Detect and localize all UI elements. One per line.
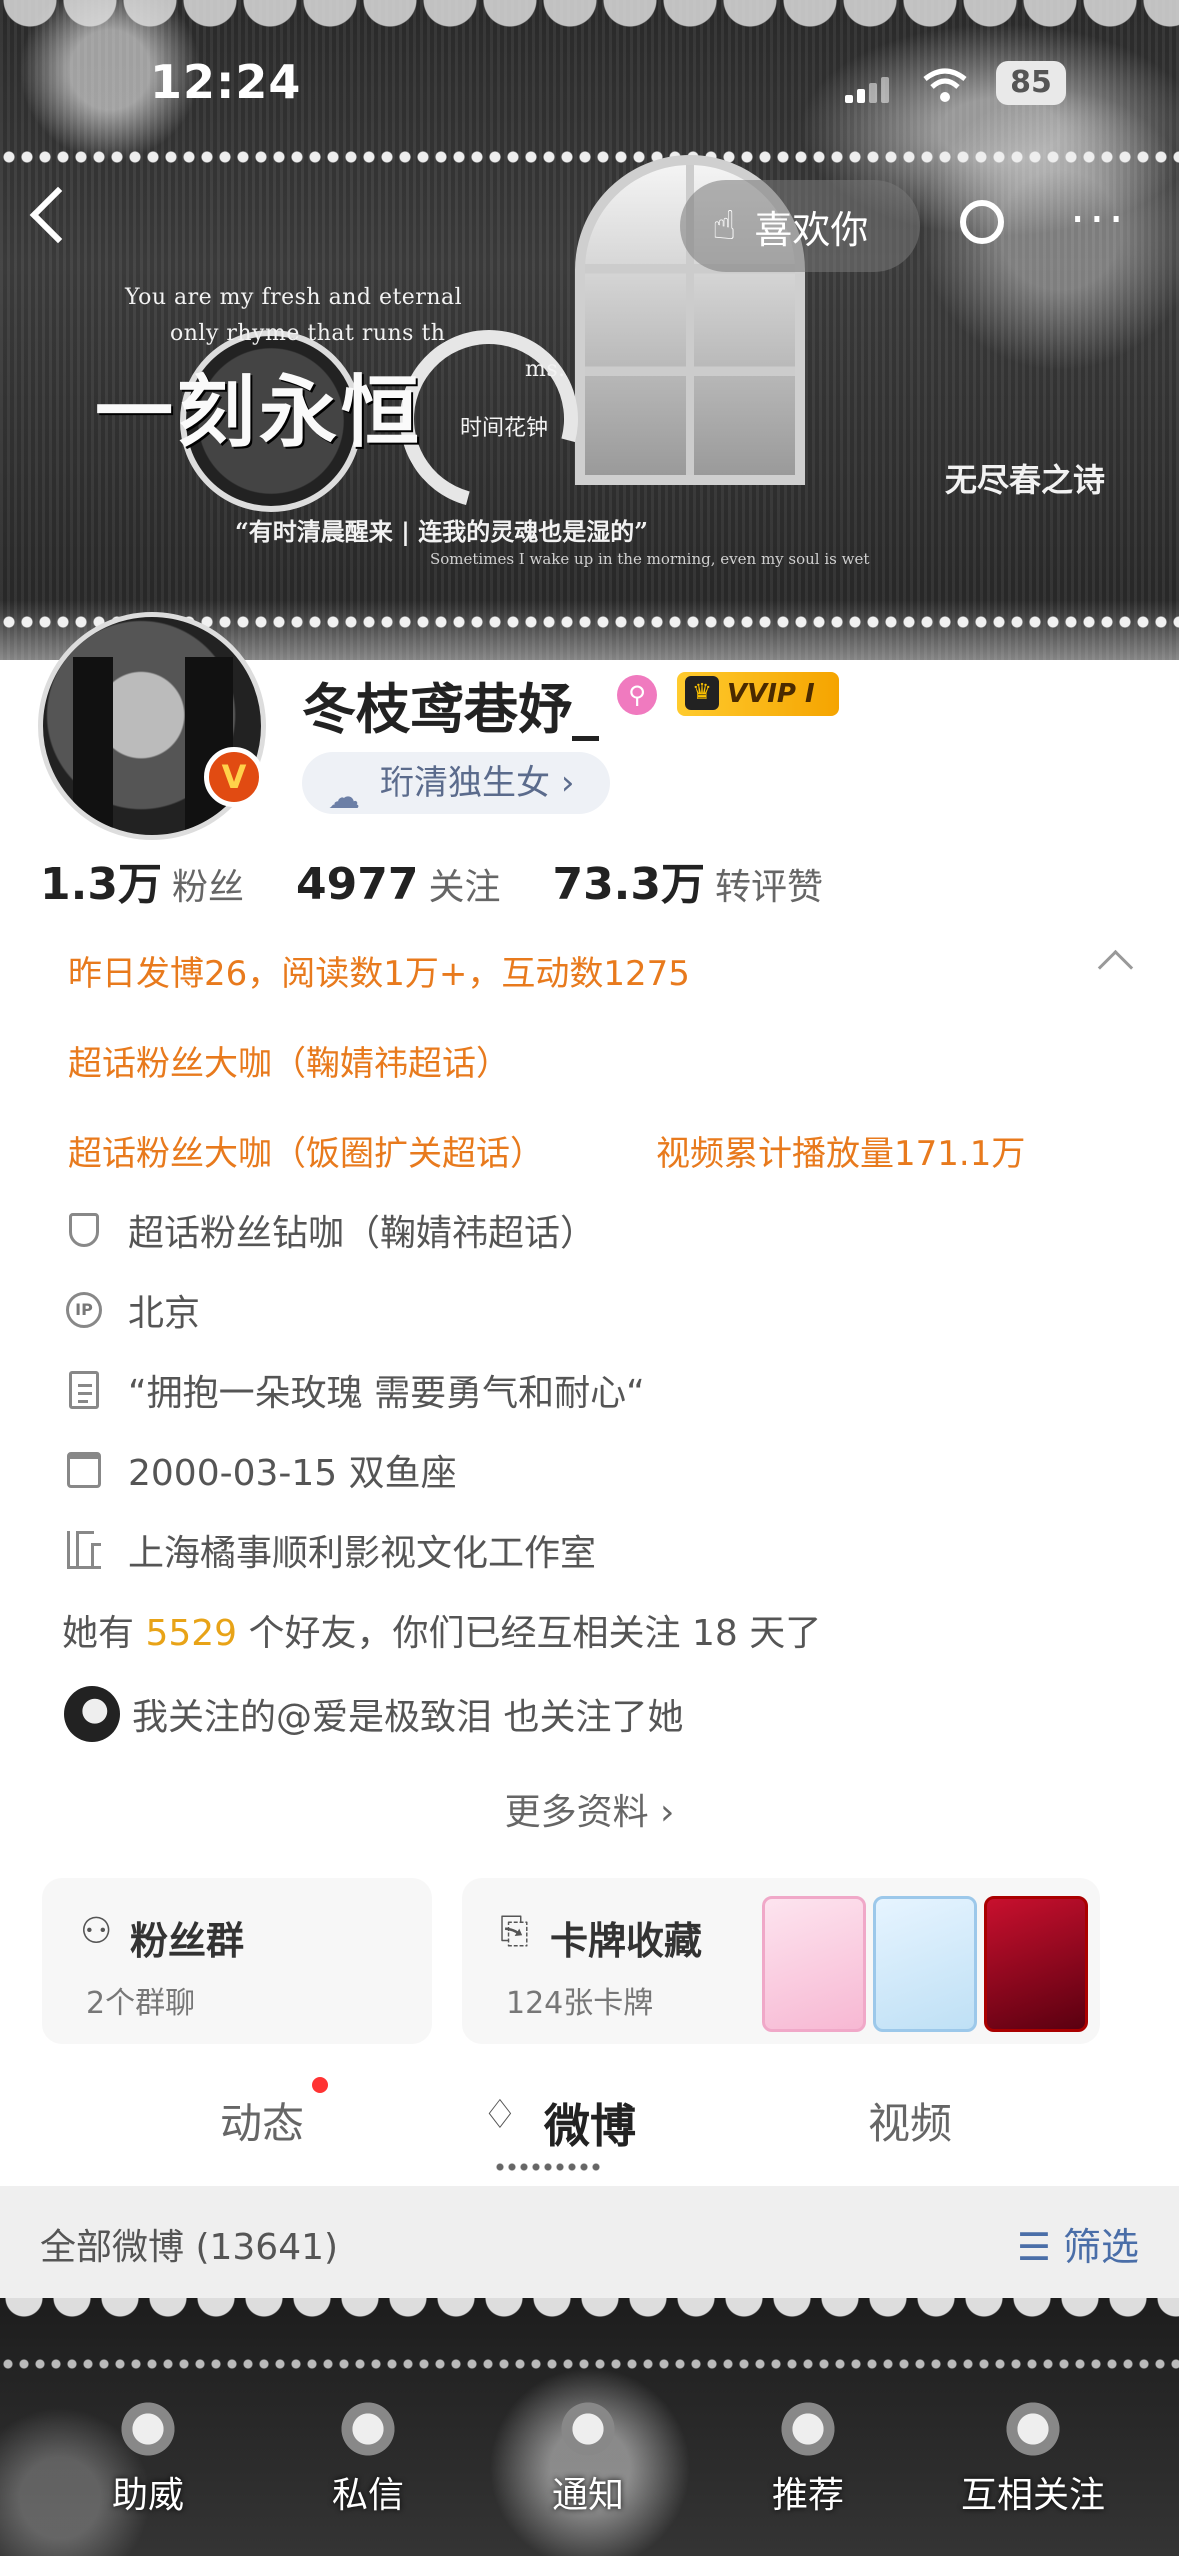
bottom-tab-bar: 助威 私信 通知 推荐 互相关注 xyxy=(0,2298,1179,2556)
like-label: 喜欢你 xyxy=(754,207,869,252)
bottom-tab-mutual[interactable]: 互相关注 xyxy=(948,2398,1118,2518)
company-text: 上海橘事顺利影视文化工作室 xyxy=(128,1533,597,1574)
bottom-tab-notify[interactable]: 通知 xyxy=(508,2398,668,2518)
status-bar: 12:24 85 xyxy=(0,55,1179,115)
banner-quote: “有时清晨醒来 | 连我的灵魂也是湿的” xyxy=(235,517,649,546)
followers-count[interactable]: 1.3万 xyxy=(40,859,162,910)
bottom-tab-message[interactable]: 私信 xyxy=(288,2398,448,2518)
banner-title: 一刻永恒 xyxy=(95,367,424,458)
notification-dot xyxy=(312,2077,328,2093)
bio-row: “拥抱一朵玫瑰 需要勇气和耐心“ xyxy=(62,1360,645,1420)
signal-icon xyxy=(845,77,893,107)
chain-decoration xyxy=(0,2358,1179,2370)
card-thumbnail[interactable] xyxy=(984,1896,1088,2032)
super-topic-badge[interactable]: 超话粉丝大咖（饭圈扩关超话） xyxy=(68,1126,544,1175)
tab-underline-decoration xyxy=(494,2162,604,2172)
document-icon xyxy=(62,1368,106,1412)
filter-icon: ☰ xyxy=(1016,2225,1051,2269)
like-button[interactable]: ☝ 喜欢你 xyxy=(680,180,920,272)
stats-row: 1.3万 粉丝 4977 关注 73.3万 转评赞 xyxy=(40,848,875,912)
following-label[interactable]: 关注 xyxy=(428,867,500,908)
ip-location: 北京 xyxy=(128,1293,201,1334)
card-collection-subtitle: 124张卡牌 xyxy=(506,1986,654,2021)
birthday-text: 2000-03-15 双鱼座 xyxy=(128,1453,457,1494)
all-posts-label[interactable]: 全部微博 (13641) xyxy=(40,2218,338,2270)
recommend-icon xyxy=(777,2398,839,2460)
wifi-icon xyxy=(923,68,967,102)
banner-subtitle: 时间花钟 xyxy=(460,416,549,441)
pearl-string xyxy=(0,150,1179,164)
message-icon xyxy=(337,2398,399,2460)
title-pill[interactable]: ☁ 珩清独生女 › xyxy=(302,752,611,816)
more-info-link[interactable]: 更多资料 › xyxy=(0,1783,1179,1835)
following-count[interactable]: 4977 xyxy=(296,859,418,910)
cheer-icon xyxy=(117,2398,179,2460)
mutual-text: 我关注的@爱是极致泪 也关注了她 xyxy=(132,1697,684,1738)
card-collection-title: 卡牌收藏 xyxy=(550,1919,703,1963)
super-topic-badge[interactable]: 超话粉丝大咖（鞠婧祎超话） xyxy=(68,1036,510,1085)
video-play-count: 视频累计播放量171.1万 xyxy=(656,1134,1026,1174)
shield-icon xyxy=(62,1208,106,1252)
filter-bar: 全部微博 (13641) ☰ 筛选 xyxy=(0,2186,1179,2298)
chevron-right-icon: › xyxy=(660,1792,675,1833)
vip-label: VVIP Ⅰ xyxy=(727,679,815,709)
tab-posts-feed[interactable]: 动态 xyxy=(220,2090,304,2151)
bio-text: “拥抱一朵玫瑰 需要勇气和耐心“ xyxy=(128,1373,645,1414)
bottom-tab-recommend[interactable]: 推荐 xyxy=(728,2398,888,2518)
search-icon[interactable] xyxy=(960,200,1004,244)
filter-button[interactable]: ☰ 筛选 xyxy=(1017,2216,1139,2271)
likes-count[interactable]: 73.3万 xyxy=(552,859,705,910)
card-thumbnail[interactable] xyxy=(762,1896,866,2032)
fans-group-title: 粉丝群 xyxy=(130,1919,245,1963)
birthday-row: 2000-03-15 双鱼座 xyxy=(62,1440,457,1500)
chevron-right-icon: › xyxy=(560,763,575,803)
banner-poem: 无尽春之诗 xyxy=(945,461,1106,499)
more-icon[interactable]: ··· xyxy=(1070,196,1128,244)
calendar-icon xyxy=(62,1448,106,1492)
verified-badge-icon: V xyxy=(204,747,264,807)
mutual-follow-icon xyxy=(1002,2398,1064,2460)
tab-decoration-icon: ♢ xyxy=(482,2092,518,2138)
title-pill-label: 珩清独生女 xyxy=(380,763,550,803)
member-search-icon[interactable]: ⚲ xyxy=(617,675,657,715)
daily-activity: 昨日发博26，阅读数1万+，互动数1275 xyxy=(68,954,690,994)
battery-icon: 85 xyxy=(996,61,1066,105)
badge-row[interactable]: 超话粉丝钻咖（鞠婧祎超话） xyxy=(62,1200,596,1260)
heart-hand-icon: ☝ xyxy=(712,203,737,249)
username: 冬枝鸢巷妤_ xyxy=(302,678,599,741)
group-icon: ⚇ xyxy=(80,1911,113,1952)
notify-icon xyxy=(557,2398,619,2460)
mutual-avatar xyxy=(64,1686,120,1742)
ip-icon: IP xyxy=(62,1288,106,1332)
card-icon: ⎘ xyxy=(500,1911,529,1952)
status-time: 12:24 xyxy=(150,55,302,109)
friends-info: 她有 5529 个好友，你们已经互相关注 18 天了 xyxy=(62,1613,822,1654)
chevron-up-icon[interactable] xyxy=(1097,949,1134,986)
followers-label[interactable]: 粉丝 xyxy=(172,867,244,908)
banner-quote-english: Sometimes I wake up in the morning, even… xyxy=(430,550,870,568)
cloud-icon: ☁ xyxy=(328,778,360,816)
tab-weibo[interactable]: 微博 xyxy=(544,2090,636,2156)
tab-video[interactable]: 视频 xyxy=(868,2090,952,2151)
fans-group-subtitle: 2个群聊 xyxy=(86,1986,196,2021)
building-icon xyxy=(62,1528,106,1572)
badge-text: 超话粉丝钻咖（鞠婧祎超话） xyxy=(128,1213,597,1254)
company-row: 上海橘事顺利影视文化工作室 xyxy=(62,1520,596,1580)
filter-label: 筛选 xyxy=(1062,2225,1139,2269)
card-thumbnail[interactable] xyxy=(873,1896,977,2032)
ip-row: IP 北京 xyxy=(62,1280,200,1340)
likes-label[interactable]: 转评赞 xyxy=(715,867,823,908)
crown-icon: ♛ xyxy=(685,676,719,710)
friend-count: 5529 xyxy=(145,1613,238,1654)
vip-badge[interactable]: ♛ VVIP Ⅰ xyxy=(677,672,839,716)
lace-decoration xyxy=(0,2298,1179,2338)
bottom-tab-cheer[interactable]: 助威 xyxy=(68,2398,228,2518)
fans-group-card[interactable]: ⚇ 粉丝群 2个群聊 xyxy=(42,1878,432,2044)
mutual-follow-row[interactable]: 我关注的@爱是极致泪 也关注了她 xyxy=(64,1684,683,1744)
